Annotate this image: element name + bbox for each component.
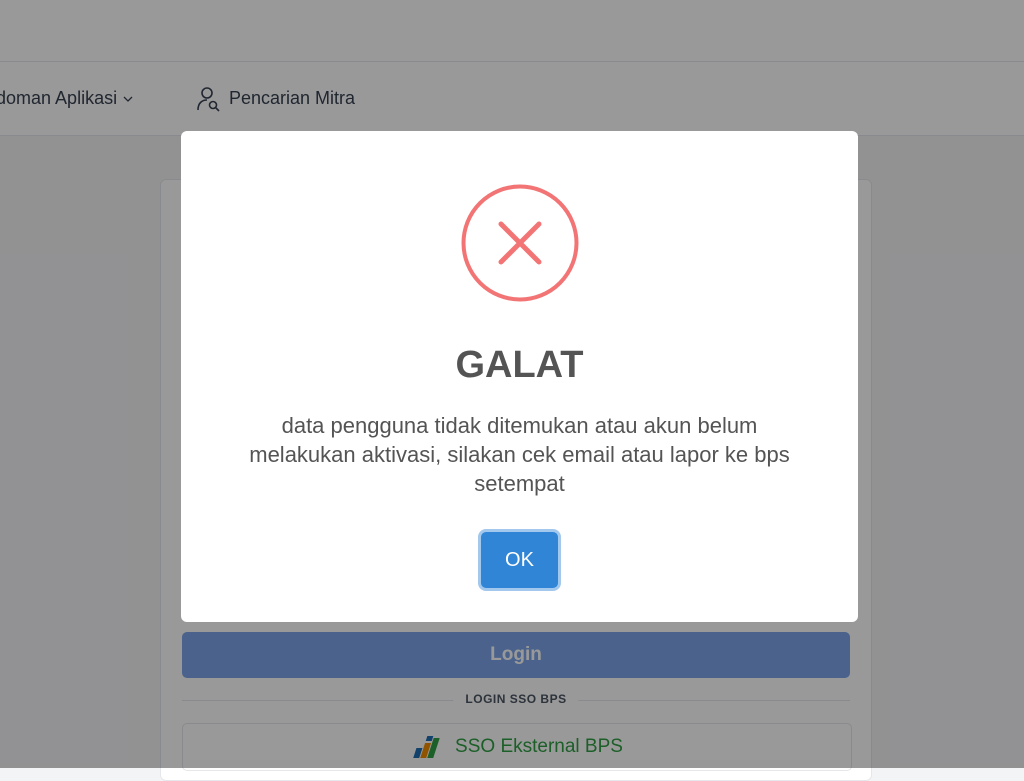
error-x-icon bbox=[461, 184, 579, 302]
dialog-title: GALAT bbox=[455, 344, 584, 386]
ok-button[interactable]: OK bbox=[481, 532, 558, 588]
dialog-message: data pengguna tidak ditemukan atau akun … bbox=[249, 413, 790, 496]
error-dialog: GALAT data pengguna tidak ditemukan atau… bbox=[181, 131, 858, 622]
